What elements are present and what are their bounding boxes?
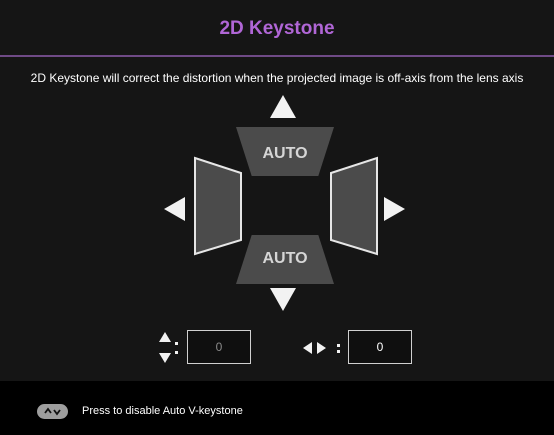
bottom-auto-label: AUTO [262, 250, 308, 267]
page-title: 2D Keystone [219, 18, 335, 39]
arrow-right-icon[interactable] [384, 197, 405, 221]
arrow-down-icon[interactable] [270, 288, 296, 311]
keystone-dialog: 2D Keystone 2D Keystone will correct the… [0, 0, 554, 435]
horizontal-adjust-icon [303, 342, 340, 354]
chevrons-glyph-icon [44, 407, 61, 416]
arrow-left-icon[interactable] [164, 197, 185, 221]
vertical-keystone-value[interactable]: 0 [187, 330, 251, 364]
left-keystone-shape [194, 156, 242, 256]
description-text: 2D Keystone will correct the distortion … [30, 71, 524, 85]
footer-bar: Press to disable Auto V-keystone [0, 381, 554, 435]
arrow-up-icon[interactable] [270, 95, 296, 118]
footer-hint-text: Press to disable Auto V-keystone [82, 405, 243, 417]
vertical-adjust-icon [159, 332, 178, 363]
top-auto-label: AUTO [262, 145, 308, 162]
header-bar: 2D Keystone [0, 0, 554, 57]
right-keystone-shape [330, 156, 378, 256]
up-down-chevrons-icon[interactable] [37, 404, 68, 419]
horizontal-keystone-value[interactable]: 0 [348, 330, 412, 364]
